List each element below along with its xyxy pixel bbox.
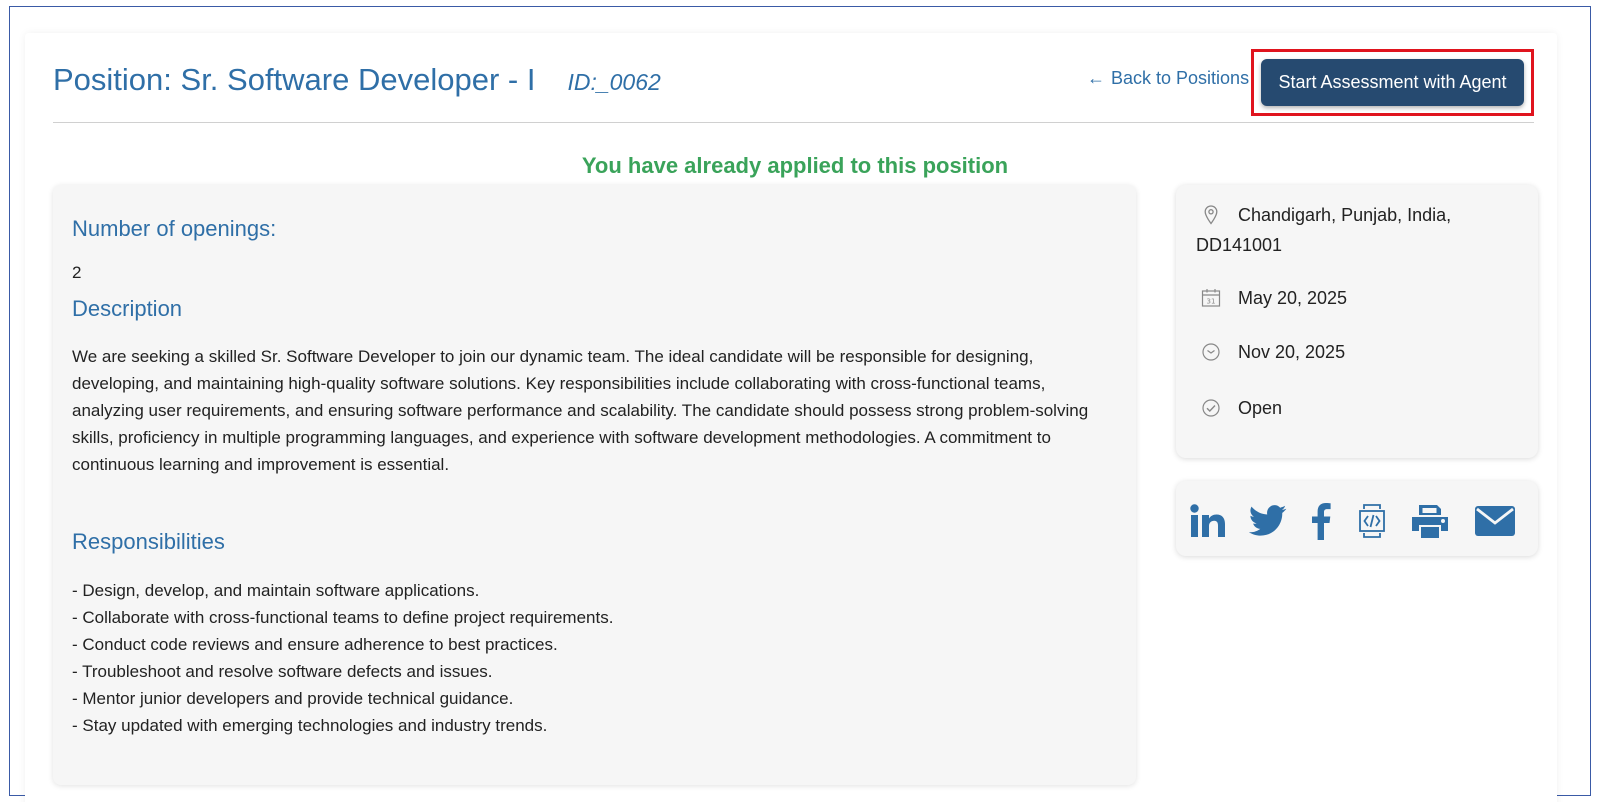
svg-text:31: 31 [1207,298,1216,306]
print-icon[interactable] [1408,500,1452,542]
start-date-row: 31 May 20, 2025 [1196,288,1347,309]
location-pin-icon [1201,205,1221,225]
facebook-icon[interactable] [1306,500,1336,542]
list-item: - Mentor junior developers and provide t… [72,689,514,708]
page-title-row: Position: Sr. Software Developer - I ID:… [53,62,661,106]
header-divider [53,122,1534,123]
check-circle-icon [1201,398,1221,418]
list-item: - Stay updated with emerging technologie… [72,716,548,735]
status-row: Open [1196,398,1282,419]
list-item: - Collaborate with cross-functional team… [72,608,614,627]
location-line1: Chandigarh, Punjab, India, [1238,205,1452,225]
status-value: Open [1238,398,1283,418]
clock-icon [1201,342,1221,362]
openings-heading: Number of openings: [72,216,277,241]
list-item: - Troubleshoot and resolve software defe… [72,662,493,681]
responsibilities-list: - Design, develop, and maintain software… [72,577,613,739]
end-date: Nov 20, 2025 [1238,342,1346,362]
list-item: - Design, develop, and maintain software… [72,581,480,600]
back-to-positions-link[interactable]: ← Back to Positions [1087,68,1249,89]
calendar-icon: 31 [1201,288,1221,308]
start-assessment-button[interactable]: Start Assessment with Agent [1261,59,1524,106]
end-date-row: Nov 20, 2025 [1196,342,1345,363]
back-arrow-icon: ← [1087,68,1105,88]
position-title: Position: Sr. Software Developer - I [53,62,536,97]
email-icon[interactable] [1472,500,1518,542]
location-row: Chandigarh, Punjab, India, [1196,205,1451,226]
position-id: ID:_0062 [567,69,661,95]
start-date: May 20, 2025 [1238,288,1348,308]
list-item: - Conduct code reviews and ensure adhere… [72,635,558,654]
applied-status-message: You have already applied to this positio… [581,153,1009,178]
location-line2: DD141001 [1196,235,1283,255]
description-heading: Description [72,296,183,321]
linkedin-icon[interactable] [1188,500,1228,542]
back-link-label: Back to Positions [1111,68,1250,88]
openings-value: 2 [72,263,82,282]
embed-icon[interactable] [1356,500,1388,542]
responsibilities-heading: Responsibilities [72,529,225,554]
description-text: We are seeking a skilled Sr. Software De… [72,347,1089,474]
twitter-icon[interactable] [1248,500,1288,542]
